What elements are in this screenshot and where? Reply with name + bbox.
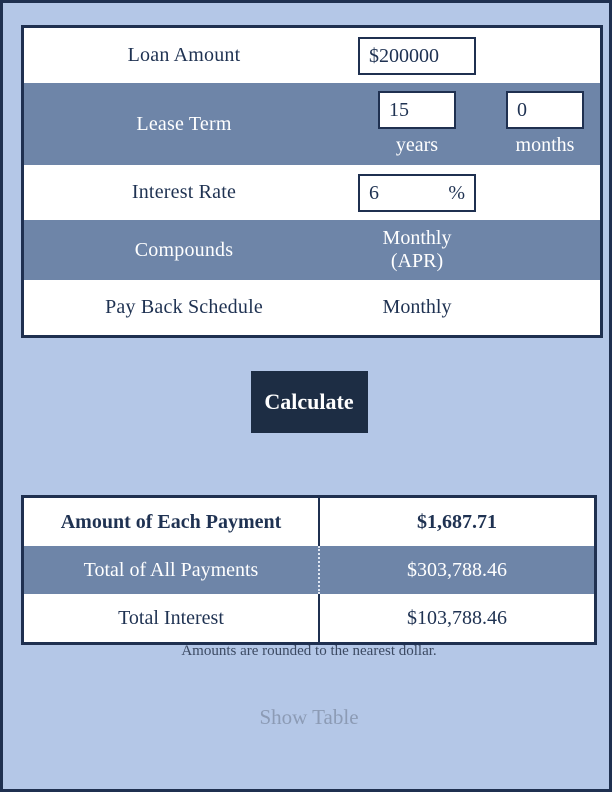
input-row-pay-back-schedule: Pay Back Schedule Monthly [22,280,602,337]
lease-term-months-unit: months [515,134,575,156]
label-compounds: Compounds [134,238,234,261]
lease-term-years-unit: years [395,134,439,156]
result-label-total-interest: Total Interest [22,594,320,644]
loan-calculator-page: Loan Amount $200000 Lease Term 15 years [0,0,612,792]
interest-rate-input[interactable]: 6 % [358,173,476,212]
result-row-amount-each-payment: Amount of Each Payment $1,687.71 [22,496,596,546]
label-lease-term: Lease Term [136,112,232,135]
pay-back-schedule-value[interactable]: Monthly [344,296,490,319]
calculate-button[interactable]: Calculate [250,371,368,433]
loan-input-table: Loan Amount $200000 Lease Term 15 years [21,25,603,338]
label-pay-back-schedule: Pay Back Schedule [105,296,263,318]
calculate-button-container: Calculate [3,371,612,433]
result-row-total-all-payments: Total of All Payments $303,788.46 [22,546,596,594]
compounds-value[interactable]: Monthly (APR) [344,227,490,273]
input-row-interest-rate: Interest Rate 6 % [22,165,602,220]
loan-results-table: Amount of Each Payment $1,687.71 Total o… [21,495,597,645]
label-loan-amount: Loan Amount [127,44,241,66]
result-label-total-all-payments: Total of All Payments [22,546,320,594]
result-row-total-interest: Total Interest $103,788.46 [22,594,596,644]
result-value-amount-each-payment: $1,687.71 [319,496,596,546]
input-row-compounds: Compounds Monthly (APR) [22,220,602,280]
loan-amount-extra-cell [490,26,602,83]
compounds-extra-cell [490,220,602,280]
lease-term-years-input[interactable]: 15 [378,91,456,129]
compounds-value-line2: (APR) [390,250,444,272]
interest-rate-extra-cell [490,165,602,220]
lease-term-months-group: 0 months [490,91,600,157]
rounding-note: Amounts are rounded to the nearest dolla… [181,643,437,659]
result-value-total-interest: $103,788.46 [319,594,596,644]
result-label-amount-each-payment: Amount of Each Payment [22,496,320,546]
compounds-value-line1: Monthly [382,227,452,249]
result-value-total-all-payments: $303,788.46 [319,546,596,594]
input-row-loan-amount: Loan Amount $200000 [22,26,602,83]
loan-amount-input[interactable]: $200000 [358,36,476,75]
pay-back-schedule-extra-cell [490,280,602,337]
interest-rate-value: 6 [369,181,379,204]
input-row-lease-term: Lease Term 15 years 0 months [22,83,602,165]
label-interest-rate: Interest Rate [131,181,237,203]
show-table-link[interactable]: Show Table [3,705,612,730]
lease-term-months-input[interactable]: 0 [506,91,584,129]
lease-term-years-group: 15 years [344,91,490,157]
percent-sign: % [448,181,465,204]
